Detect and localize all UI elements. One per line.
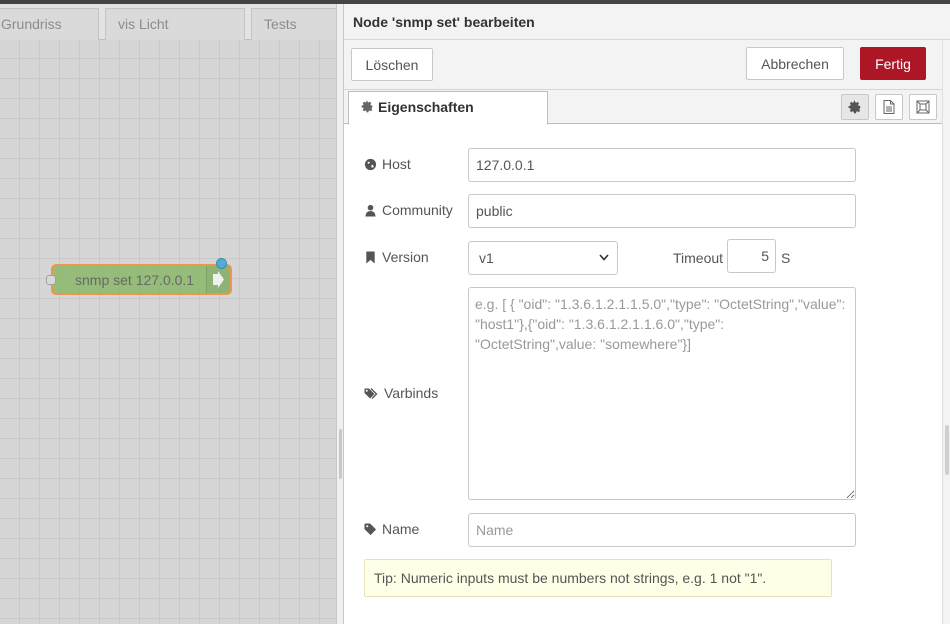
node-changed-indicator — [216, 258, 227, 269]
tip-box: Tip: Numeric inputs must be numbers not … — [364, 559, 832, 597]
community-input[interactable] — [468, 194, 856, 228]
tab-label: vis Licht — [118, 16, 169, 32]
version-select[interactable]: v1 — [468, 241, 618, 275]
delete-button[interactable]: Löschen — [351, 48, 433, 81]
tray-header: Node 'snmp set' bearbeiten — [344, 4, 950, 40]
appearance-view-button[interactable] — [909, 94, 937, 120]
host-label-text: Host — [382, 156, 411, 172]
edit-tray: Node 'snmp set' bearbeiten Löschen Abbre… — [343, 4, 950, 624]
timeout-value: 5 — [761, 248, 769, 264]
done-button[interactable]: Fertig — [860, 47, 926, 80]
gear-icon — [361, 100, 373, 113]
flow-workspace[interactable]: Grundriss vis Licht Tests snmp set 127.0… — [0, 4, 336, 624]
node-input-port[interactable] — [46, 275, 56, 285]
tray-toolbar: Löschen Abbrechen Fertig — [344, 40, 950, 90]
scrollbar-thumb[interactable] — [945, 425, 949, 475]
varbinds-label-text: Varbinds — [384, 385, 439, 401]
bookmark-icon — [366, 250, 375, 264]
top-bar — [0, 0, 950, 4]
frame-icon — [916, 100, 930, 114]
tab-tests[interactable]: Tests — [251, 8, 336, 40]
tab-vis-licht[interactable]: vis Licht — [105, 8, 245, 40]
version-label: Version — [364, 249, 429, 265]
user-icon — [365, 204, 376, 217]
tray-tabs: Eigenschaften — [344, 90, 950, 125]
host-input[interactable] — [468, 148, 856, 182]
tags-icon — [364, 387, 378, 399]
tray-title: Node 'snmp set' bearbeiten — [353, 14, 535, 30]
tab-properties-label: Eigenschaften — [378, 99, 474, 115]
tray-scrollbar[interactable] — [942, 40, 950, 624]
version-value: v1 — [479, 250, 494, 266]
tip-text: Tip: Numeric inputs must be numbers not … — [374, 570, 767, 586]
tab-grundriss[interactable]: Grundriss — [0, 8, 99, 40]
tab-label: Grundriss — [1, 16, 62, 32]
tab-label: Tests — [264, 16, 297, 32]
name-label-text: Name — [382, 521, 420, 537]
timeout-unit: S — [781, 250, 791, 266]
timeout-label: Timeout — [673, 250, 724, 266]
name-label: Name — [364, 521, 419, 537]
description-view-button[interactable] — [875, 94, 903, 120]
tag-icon — [364, 522, 377, 535]
workspace-tabs: Grundriss vis Licht Tests — [0, 4, 336, 40]
community-label: Community — [364, 202, 453, 218]
properties-view-button[interactable] — [841, 94, 869, 120]
varbinds-label: Varbinds — [364, 385, 438, 401]
version-label-text: Version — [382, 249, 429, 265]
tab-properties[interactable]: Eigenschaften — [348, 91, 548, 125]
arrow-right-icon — [213, 271, 224, 288]
varbinds-textarea[interactable] — [468, 287, 856, 500]
snmp-set-node[interactable]: snmp set 127.0.0.1 — [46, 258, 232, 295]
chevron-down-icon — [599, 254, 609, 261]
globe-icon — [364, 158, 377, 170]
node-icon — [206, 266, 230, 293]
name-input[interactable] — [468, 513, 856, 547]
cancel-button[interactable]: Abbrechen — [746, 47, 844, 80]
document-icon — [883, 100, 895, 114]
splitter-grip[interactable] — [339, 429, 342, 479]
timeout-input[interactable]: 5 — [727, 239, 776, 273]
gear-icon — [848, 100, 861, 114]
host-label: Host — [364, 156, 411, 172]
node-label: snmp set 127.0.0.1 — [75, 272, 195, 288]
community-label-text: Community — [382, 202, 453, 218]
